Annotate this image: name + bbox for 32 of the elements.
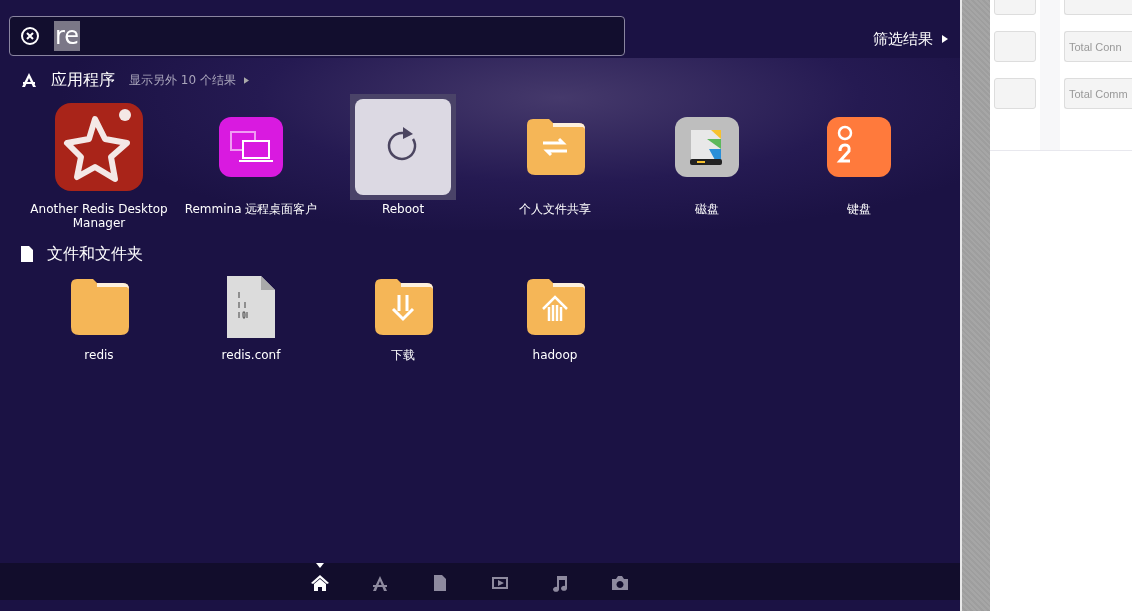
search-field[interactable]: re (9, 16, 625, 56)
filter-results-button[interactable]: 筛选结果 (873, 29, 948, 49)
result-tile[interactable]: Remmina 远程桌面客户 (175, 94, 327, 230)
input-field[interactable] (994, 78, 1036, 109)
section-title: 应用程序 (51, 69, 115, 91)
section-title: 文件和文件夹 (47, 243, 143, 265)
result-tile[interactable]: redis.conf (175, 268, 327, 362)
home-icon (310, 573, 330, 593)
star-app-icon (55, 103, 143, 191)
camera-icon (610, 573, 630, 593)
remote-desktop-icon (219, 117, 283, 177)
clear-icon[interactable] (20, 26, 40, 46)
input-field[interactable] (994, 31, 1036, 62)
result-tile[interactable]: 下载 (327, 268, 479, 362)
result-tile[interactable]: Another Redis Desktop Manager (23, 94, 175, 230)
result-tile[interactable]: hadoop (479, 268, 631, 362)
reboot-icon (355, 99, 451, 195)
input-field[interactable]: Total Conn (1064, 31, 1132, 62)
binary-file-icon (227, 276, 275, 338)
result-tile[interactable]: redis (23, 268, 175, 362)
caret-icon (316, 563, 324, 568)
music-icon (550, 573, 570, 593)
result-tile[interactable]: 个人文件共享 (479, 94, 631, 230)
caret-icon (243, 76, 249, 84)
file-icon (21, 246, 33, 262)
keyboard-layout-icon (827, 117, 891, 177)
more-results-link[interactable]: 显示另外 10 个结果 (129, 71, 249, 89)
result-tile[interactable]: 磁盘 (631, 94, 783, 230)
apps-icon (21, 73, 37, 87)
result-tile[interactable]: 键盘 (783, 94, 935, 230)
input-field[interactable]: Total Comm (1064, 78, 1132, 109)
caret-icon (942, 35, 948, 43)
